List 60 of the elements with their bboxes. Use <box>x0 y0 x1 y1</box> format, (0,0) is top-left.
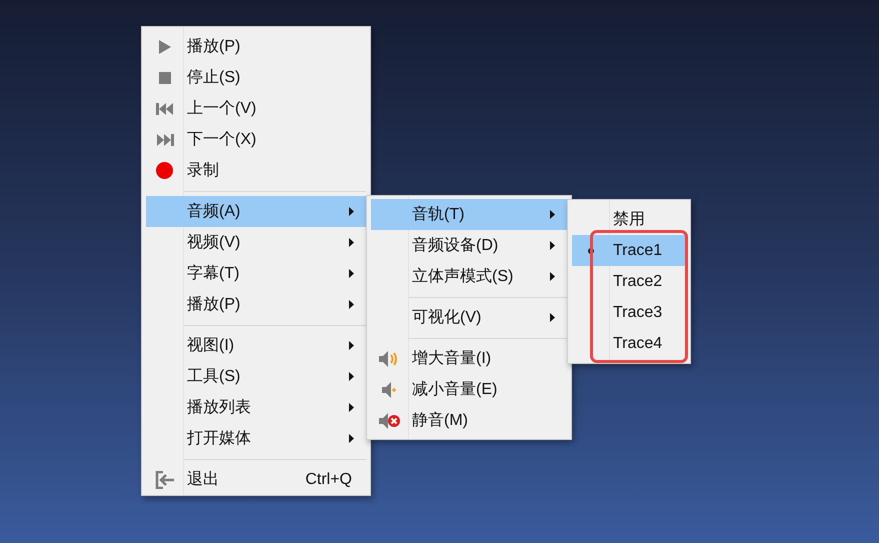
menu-item-label: Trace1 <box>613 240 662 260</box>
mute-icon <box>378 412 400 430</box>
menu-item-label: Trace2 <box>613 272 662 292</box>
menu-item-label: 上一个(V) <box>187 98 256 118</box>
menu-item[interactable]: 音频设备(D) <box>371 230 567 261</box>
menu-item-label: 工具(S) <box>187 366 240 386</box>
menu-item[interactable]: 静音(M) <box>371 405 567 436</box>
menu-item[interactable]: Trace4 <box>572 328 686 359</box>
menu-item-label: 立体声模式(S) <box>412 266 514 286</box>
menu-item[interactable]: 增大音量(I) <box>371 343 567 374</box>
menu-item[interactable]: 播放(P) <box>146 31 366 62</box>
menu-item[interactable]: 可视化(V) <box>371 302 567 333</box>
menu-item-label: 可视化(V) <box>412 308 482 328</box>
menu-item-label: 增大音量(I) <box>412 348 492 368</box>
menu-item-label: 音轨(T) <box>412 204 464 224</box>
menu-item[interactable]: 工具(S) <box>146 361 366 392</box>
menu-item-label: 减小音量(E) <box>412 380 498 400</box>
menu-item[interactable]: Trace2 <box>572 266 686 297</box>
menu-item[interactable]: 停止(S) <box>146 62 366 93</box>
menu-item-label: 退出 <box>187 470 219 490</box>
volume-down-icon <box>382 380 398 398</box>
menu-item[interactable]: 视频(V) <box>146 227 366 258</box>
previous-icon <box>156 102 174 114</box>
menu-item[interactable]: 视图(I) <box>146 330 366 361</box>
menu-item-label: 视频(V) <box>187 232 240 252</box>
menu-item-label: 视图(I) <box>187 336 234 356</box>
menu-item[interactable]: 播放列表 <box>146 392 366 423</box>
menu-item[interactable]: 上一个(V) <box>146 93 366 124</box>
menu-item-label: 禁用 <box>613 210 645 230</box>
menu-item-label: 音频(A) <box>187 202 240 222</box>
next-icon <box>156 134 174 146</box>
menu-item-label: 下一个(X) <box>187 130 256 150</box>
menu-item-label: 播放列表 <box>187 398 251 418</box>
menu-item[interactable]: 退出 Ctrl+Q <box>146 464 366 495</box>
shortcut-label: Ctrl+Q <box>305 470 352 490</box>
menu-item[interactable]: 音频(A) <box>146 196 366 227</box>
menu-item[interactable]: 字幕(T) <box>146 258 366 289</box>
menu-item-label: 录制 <box>187 160 219 180</box>
menu-item[interactable]: 下一个(X) <box>146 124 366 155</box>
menu-item-label: Trace3 <box>613 302 662 322</box>
menu-item-label: 播放(P) <box>187 294 240 314</box>
menu-item-label: 播放(P) <box>187 36 240 56</box>
menu-item[interactable]: 录制 <box>146 155 366 186</box>
record-icon <box>156 162 173 179</box>
menu-item-label: 音频设备(D) <box>412 236 498 256</box>
menu-item[interactable]: Trace3 <box>572 297 686 328</box>
menu-item[interactable]: 打开媒体 <box>146 423 366 454</box>
exit-icon <box>154 470 174 488</box>
menu-item[interactable]: 播放(P) <box>146 289 366 320</box>
menu-item-label: Trace4 <box>613 334 662 354</box>
stop-icon <box>158 72 170 84</box>
menu-item[interactable]: 禁用 <box>572 204 686 235</box>
menu-item-label: 打开媒体 <box>187 428 251 448</box>
menu-item[interactable]: 音轨(T) <box>371 199 567 230</box>
menu-item-label: 静音(M) <box>412 410 468 430</box>
menu-item[interactable]: 减小音量(E) <box>371 374 567 405</box>
play-icon <box>158 40 170 54</box>
menu-item-label: 停止(S) <box>187 68 240 88</box>
menu-item[interactable]: 立体声模式(S) <box>371 261 567 292</box>
menu-item-label: 字幕(T) <box>187 264 240 284</box>
